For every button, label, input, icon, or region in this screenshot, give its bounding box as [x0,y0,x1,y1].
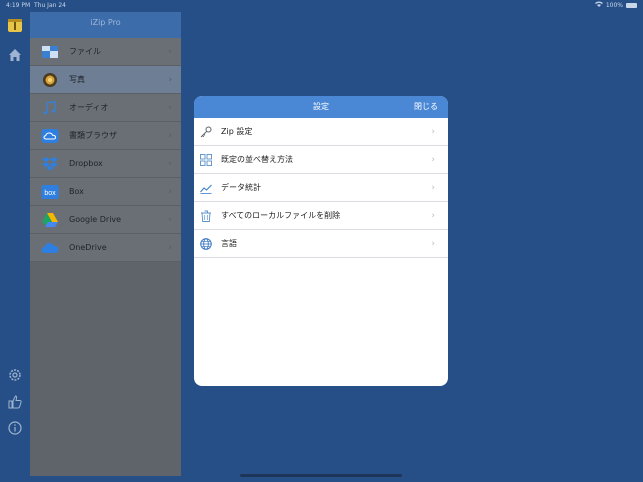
box-icon: box [41,183,59,201]
status-time: 4:19 PM [6,2,31,9]
settings-modal: 設定 閉じる Zip 設定 › 既定の並べ替え方法 › データ統計 › すべての… [194,96,448,386]
photos-icon [41,71,59,89]
sidebar-item-files[interactable]: ファイル › [30,38,181,66]
grid-icon [200,153,212,166]
status-date: Thu Jan 24 [34,2,66,9]
sidebar-item-label: Dropbox [69,159,103,168]
home-icon[interactable] [7,47,23,63]
info-icon[interactable] [7,420,23,436]
close-button[interactable]: 閉じる [414,96,438,118]
settings-row-language[interactable]: 言語 › [194,230,448,258]
globe-icon [200,237,212,250]
chevron-right-icon: › [168,242,172,253]
line-chart-icon [200,182,212,194]
sidebar-item-label: 書類ブラウザ [69,131,117,140]
sidebar: iZip Pro ファイル › 写真 › オーディオ › 書類ブラウザ › Dr… [30,12,181,476]
chevron-right-icon: › [168,130,172,141]
music-note-icon [41,99,59,117]
battery-icon [626,3,637,8]
sidebar-item-label: ファイル [69,47,101,56]
settings-row-label: 言語 [221,239,237,248]
chevron-right-icon: › [168,102,172,113]
settings-row-delete-local[interactable]: すべてのローカルファイルを削除 › [194,202,448,230]
sidebar-item-label: Box [69,187,84,196]
settings-row-label: データ統計 [221,183,261,192]
chevron-right-icon: › [168,74,172,85]
thumbs-up-icon[interactable] [7,394,23,410]
settings-row-label: Zip 設定 [221,127,253,136]
chevron-right-icon: › [168,158,172,169]
google-drive-icon [41,211,59,229]
cloud-folder-icon [41,127,59,145]
battery-percent: 100% [605,2,623,9]
settings-row-sort[interactable]: 既定の並べ替え方法 › [194,146,448,174]
sidebar-item-onedrive[interactable]: OneDrive › [30,234,181,262]
chevron-right-icon: › [168,186,172,197]
status-bar: 4:19 PM Thu Jan 24 100% [0,0,643,11]
sidebar-item-label: オーディオ [69,103,109,112]
chevron-right-icon: › [431,154,435,165]
sidebar-item-document-browser[interactable]: 書類ブラウザ › [30,122,181,150]
dropbox-icon [41,155,59,173]
settings-gear-icon[interactable] [7,367,23,383]
chevron-right-icon: › [431,126,435,137]
sidebar-item-audio[interactable]: オーディオ › [30,94,181,122]
files-icon [41,43,59,61]
sidebar-item-box[interactable]: box Box › [30,178,181,206]
left-rail [0,11,30,482]
chevron-right-icon: › [431,182,435,193]
sidebar-item-label: Google Drive [69,215,122,224]
app-logo-icon[interactable] [7,17,23,33]
trash-icon [200,210,212,222]
settings-title: 設定 [313,102,329,111]
chevron-right-icon: › [431,238,435,249]
settings-row-data-stats[interactable]: データ統計 › [194,174,448,202]
status-right: 100% [594,0,637,11]
sidebar-item-label: 写真 [69,75,85,84]
sidebar-item-dropbox[interactable]: Dropbox › [30,150,181,178]
sidebar-item-label: OneDrive [69,243,107,252]
chevron-right-icon: › [431,210,435,221]
chevron-right-icon: › [168,46,172,57]
sidebar-item-google-drive[interactable]: Google Drive › [30,206,181,234]
sidebar-empty-area [30,262,181,476]
svg-text:box: box [44,190,56,197]
onedrive-icon [41,239,59,257]
app-title: iZip Pro [90,18,121,27]
wifi-icon [594,0,603,11]
sidebar-header: iZip Pro [30,12,181,38]
settings-row-label: すべてのローカルファイルを削除 [221,211,341,220]
chevron-right-icon: › [168,214,172,225]
key-icon [200,126,212,138]
home-indicator[interactable] [240,474,402,477]
settings-header: 設定 閉じる [194,96,448,118]
settings-row-label: 既定の並べ替え方法 [221,155,293,164]
settings-row-zip[interactable]: Zip 設定 › [194,118,448,146]
sidebar-item-photos[interactable]: 写真 › [30,66,181,94]
